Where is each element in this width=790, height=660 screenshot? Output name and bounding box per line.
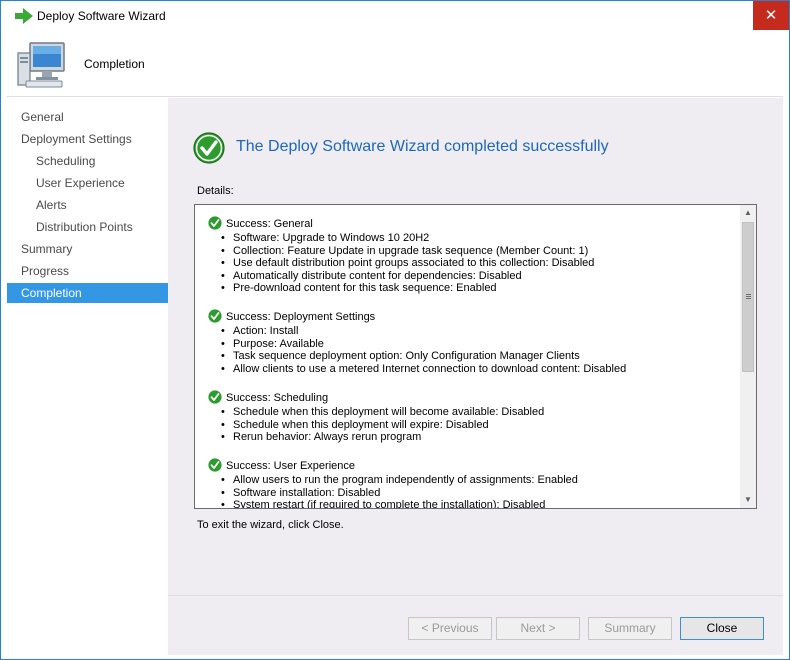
details-section-general: Success: General Software: Upgrade to Wi… [208, 216, 738, 295]
nav-item-user-experience[interactable]: User Experience [7, 173, 168, 193]
details-box[interactable]: Success: General Software: Upgrade to Wi… [194, 204, 757, 509]
detail-item: Allow clients to use a metered Internet … [208, 363, 738, 376]
title-bar: Deploy Software Wizard ✕ [1, 1, 789, 31]
nav-item-summary[interactable]: Summary [7, 239, 168, 259]
wizard-header: Completion [7, 31, 783, 97]
wizard-nav: General Deployment Settings Scheduling U… [7, 98, 168, 655]
nav-item-alerts[interactable]: Alerts [7, 195, 168, 215]
success-check-icon [208, 216, 222, 230]
detail-item: Software installation: Disabled [208, 487, 738, 500]
detail-item: Automatically distribute content for dep… [208, 270, 738, 283]
close-icon: ✕ [764, 7, 778, 24]
nav-item-deployment-settings[interactable]: Deployment Settings [7, 129, 168, 149]
success-check-icon [208, 390, 222, 404]
scroll-thumb[interactable] [742, 222, 754, 372]
detail-item: System restart (if required to complete … [208, 499, 738, 508]
section-heading: Success: Deployment Settings [226, 311, 376, 323]
summary-button[interactable]: Summary [588, 617, 672, 640]
details-section-user-experience: Success: User Experience Allow users to … [208, 458, 738, 508]
details-section-scheduling: Success: Scheduling Schedule when this d… [208, 390, 738, 444]
scroll-down-icon[interactable]: ▼ [740, 492, 756, 508]
nav-item-distribution-points[interactable]: Distribution Points [7, 217, 168, 237]
window-close-button[interactable]: ✕ [753, 1, 789, 30]
details-scrollbar[interactable]: ▲ ▼ [740, 205, 756, 508]
details-content: Success: General Software: Upgrade to Wi… [195, 205, 741, 508]
success-check-icon [193, 132, 225, 164]
nav-item-completion[interactable]: Completion [7, 283, 168, 303]
detail-item: Pre-download content for this task seque… [208, 282, 738, 295]
nav-item-progress[interactable]: Progress [7, 261, 168, 281]
success-check-icon [208, 458, 222, 472]
detail-item: Purpose: Available [208, 338, 738, 351]
details-label: Details: [197, 185, 234, 197]
detail-item: Rerun behavior: Always rerun program [208, 431, 738, 444]
detail-item: Schedule when this deployment will expir… [208, 419, 738, 432]
window-title: Deploy Software Wizard [37, 9, 166, 23]
scroll-up-icon[interactable]: ▲ [740, 205, 756, 221]
exit-instruction: To exit the wizard, click Close. [197, 519, 344, 531]
nav-item-general[interactable]: General [7, 107, 168, 127]
detail-item: Collection: Feature Update in upgrade ta… [208, 245, 738, 258]
previous-button[interactable]: < Previous [408, 617, 492, 640]
wizard-window: Deploy Software Wizard ✕ Completion Gene… [0, 0, 790, 660]
arrow-right-icon [15, 8, 33, 24]
grip-line [746, 298, 751, 299]
close-button[interactable]: Close [680, 617, 764, 640]
section-heading: Success: User Experience [226, 460, 355, 472]
detail-item: Schedule when this deployment will becom… [208, 406, 738, 419]
next-button[interactable]: Next > [496, 617, 580, 640]
detail-item: Software: Upgrade to Windows 10 20H2 [208, 232, 738, 245]
nav-item-scheduling[interactable]: Scheduling [7, 151, 168, 171]
detail-item: Action: Install [208, 325, 738, 338]
grip-line [746, 296, 751, 297]
details-section-deployment-settings: Success: Deployment Settings Action: Ins… [208, 309, 738, 375]
section-heading: Success: Scheduling [226, 392, 329, 404]
computer-icon [17, 42, 65, 88]
grip-line [746, 294, 751, 295]
detail-item: Task sequence deployment option: Only Co… [208, 350, 738, 363]
footer-divider [168, 595, 783, 596]
page-title: Completion [84, 57, 145, 71]
success-title: The Deploy Software Wizard completed suc… [236, 138, 609, 155]
detail-item: Allow users to run the program independe… [208, 474, 738, 487]
main-panel: The Deploy Software Wizard completed suc… [168, 98, 783, 655]
section-heading: Success: General [226, 218, 313, 230]
success-check-icon [208, 309, 222, 323]
detail-item: Use default distribution point groups as… [208, 257, 738, 270]
